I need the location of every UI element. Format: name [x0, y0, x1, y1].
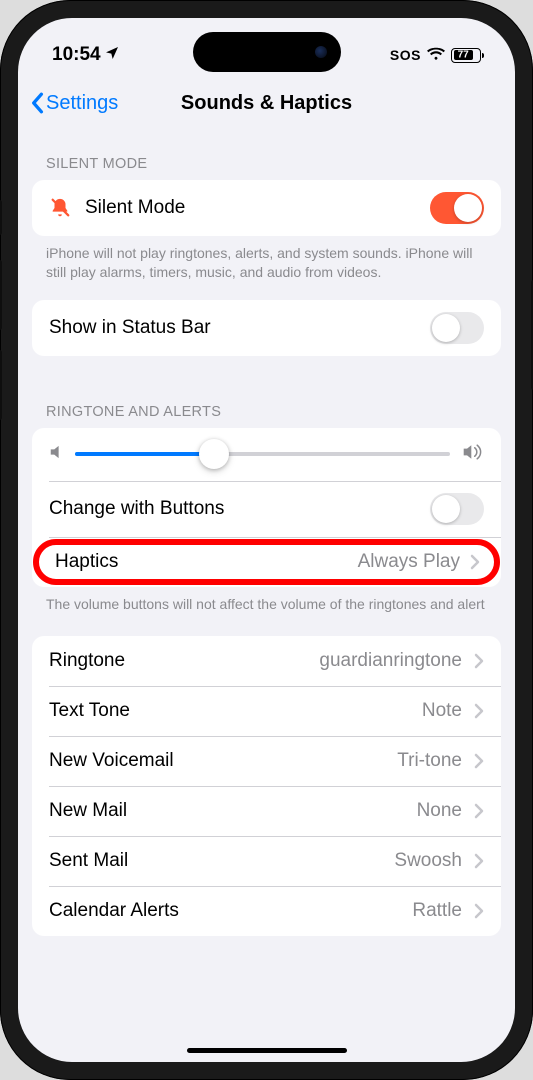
show-status-bar-toggle[interactable]	[430, 312, 484, 344]
sent-mail-row[interactable]: Sent Mail Swoosh	[32, 836, 501, 886]
chevron-right-icon	[474, 653, 484, 669]
change-with-buttons-toggle[interactable]	[430, 493, 484, 525]
ringtone-alerts-group: Change with Buttons Haptics Always Play	[32, 428, 501, 587]
ringtone-footer: The volume buttons will not affect the v…	[18, 587, 515, 614]
home-indicator[interactable]	[187, 1048, 347, 1053]
silent-mode-footer: iPhone will not play ringtones, alerts, …	[18, 236, 515, 282]
side-button	[0, 200, 2, 235]
calendar-alerts-value: Rattle	[412, 900, 462, 922]
section-header-silent: SILENT MODE	[18, 128, 515, 180]
dynamic-island	[193, 32, 341, 72]
volume-slider-row[interactable]	[32, 428, 501, 481]
page-title: Sounds & Haptics	[181, 92, 352, 115]
volume-down-button	[0, 350, 2, 420]
text-tone-row[interactable]: Text Tone Note	[32, 686, 501, 736]
haptics-row[interactable]: Haptics Always Play	[32, 537, 501, 587]
chevron-right-icon	[474, 853, 484, 869]
sent-mail-label: Sent Mail	[49, 850, 382, 872]
status-bar-group: Show in Status Bar	[32, 300, 501, 356]
sent-mail-value: Swoosh	[394, 850, 462, 872]
haptics-value: Always Play	[358, 551, 460, 573]
change-with-buttons-row[interactable]: Change with Buttons	[32, 481, 501, 537]
volume-up-button	[0, 260, 2, 330]
new-mail-row[interactable]: New Mail None	[32, 786, 501, 836]
text-tone-value: Note	[422, 700, 462, 722]
silent-mode-label: Silent Mode	[85, 197, 418, 219]
silent-mode-group: Silent Mode	[32, 180, 501, 236]
battery-level: 77	[458, 50, 469, 61]
back-button[interactable]: Settings	[30, 92, 118, 115]
location-icon	[104, 45, 120, 66]
haptics-label: Haptics	[47, 551, 358, 573]
speaker-high-icon	[462, 442, 484, 467]
sound-list-group: Ringtone guardianringtone Text Tone Note…	[32, 636, 501, 936]
ringtone-row[interactable]: Ringtone guardianringtone	[32, 636, 501, 686]
volume-slider[interactable]	[75, 452, 450, 456]
change-with-buttons-label: Change with Buttons	[49, 498, 418, 520]
wifi-icon	[427, 44, 445, 66]
text-tone-label: Text Tone	[49, 700, 410, 722]
chevron-right-icon	[460, 554, 486, 570]
ringtone-value: guardianringtone	[319, 650, 462, 672]
chevron-right-icon	[474, 703, 484, 719]
new-mail-label: New Mail	[49, 800, 405, 822]
calendar-alerts-label: Calendar Alerts	[49, 900, 400, 922]
new-voicemail-label: New Voicemail	[49, 750, 385, 772]
silent-mode-toggle[interactable]	[430, 192, 484, 224]
speaker-low-icon	[49, 444, 63, 465]
back-label: Settings	[46, 92, 118, 115]
slider-thumb[interactable]	[199, 439, 229, 469]
battery-icon: 77	[451, 48, 481, 63]
chevron-right-icon	[474, 903, 484, 919]
show-status-bar-row[interactable]: Show in Status Bar	[32, 300, 501, 356]
chevron-right-icon	[474, 803, 484, 819]
screen: 10:54 SOS 77 Settings Sounds & H	[18, 18, 515, 1062]
section-header-ringtone: RINGTONE AND ALERTS	[18, 356, 515, 428]
silent-mode-row[interactable]: Silent Mode	[32, 180, 501, 236]
new-mail-value: None	[417, 800, 462, 822]
phone-frame: 10:54 SOS 77 Settings Sounds & H	[0, 0, 533, 1080]
clock: 10:54	[52, 44, 101, 66]
new-voicemail-row[interactable]: New Voicemail Tri-tone	[32, 736, 501, 786]
content[interactable]: SILENT MODE Silent Mode iPhone will not …	[18, 128, 515, 1062]
calendar-alerts-row[interactable]: Calendar Alerts Rattle	[32, 886, 501, 936]
chevron-right-icon	[474, 753, 484, 769]
new-voicemail-value: Tri-tone	[397, 750, 462, 772]
sos-indicator: SOS	[390, 47, 421, 63]
bell-slash-icon	[49, 197, 73, 219]
show-status-bar-label: Show in Status Bar	[49, 317, 418, 339]
ringtone-label: Ringtone	[49, 650, 307, 672]
nav-bar: Settings Sounds & Haptics	[18, 78, 515, 128]
